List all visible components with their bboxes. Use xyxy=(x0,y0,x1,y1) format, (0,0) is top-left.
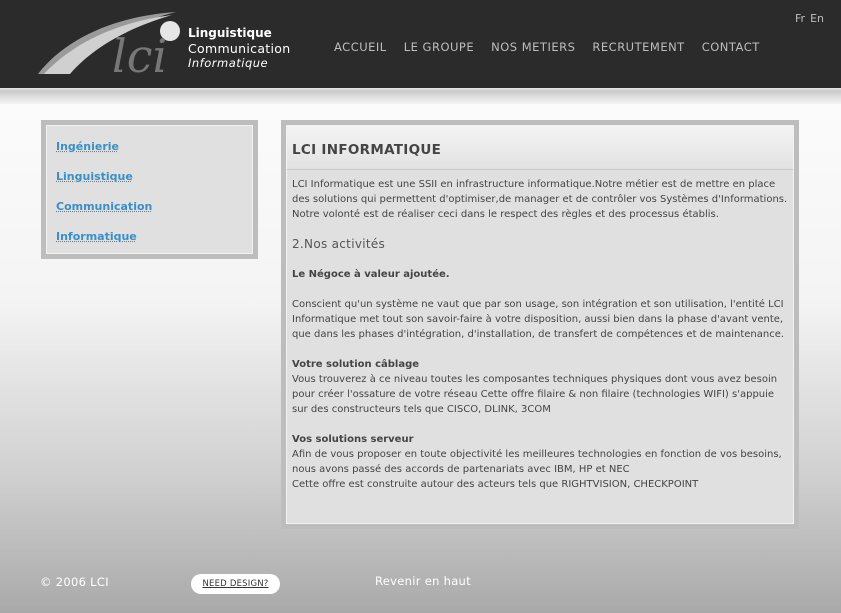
header-divider xyxy=(0,88,841,104)
lang-en[interactable]: En xyxy=(810,12,824,25)
section-heading: 2.Nos activités xyxy=(292,237,386,251)
language-switcher: Fr En xyxy=(790,12,824,25)
sidebar-item-informatique[interactable]: Informatique xyxy=(56,226,243,256)
cablage-paragraph: Vous trouverez à ce niveau toutes les co… xyxy=(292,374,778,415)
cablage-heading: Votre solution câblage xyxy=(292,359,420,370)
logo-mark: lci xyxy=(112,29,167,78)
sidebar-item-linguistique[interactable]: Linguistique xyxy=(56,166,243,196)
nav-le-groupe[interactable]: LE GROUPE xyxy=(404,40,474,54)
serveur-paragraph-2: Cette offre est construite autour des ac… xyxy=(292,479,699,490)
lci-logo[interactable]: lci xyxy=(36,8,186,78)
nav-contact[interactable]: CONTACT xyxy=(702,40,760,54)
main-panel: LCI INFORMATIQUE LCI Informatique est un… xyxy=(281,120,799,529)
back-to-top-link[interactable]: Revenir en haut xyxy=(375,574,471,588)
nav-accueil[interactable]: ACCUEIL xyxy=(334,40,387,54)
main-content-box[interactable]: LCI INFORMATIQUE LCI Informatique est un… xyxy=(286,125,794,524)
main-nav: ACCUEIL LE GROUPE NOS METIERS RECRUTEMEN… xyxy=(334,40,777,54)
main-title-bar: LCI INFORMATIQUE xyxy=(287,126,793,170)
copyright: © 2006 LCI xyxy=(40,575,109,589)
serveur-heading: Vos solutions serveur xyxy=(292,434,414,445)
serveur-paragraph-1: Afin de vous proposer en toute objectivi… xyxy=(292,449,782,475)
sidebar-menu: Ingénierie Linguistique Communication In… xyxy=(46,125,253,254)
page-title: LCI INFORMATIQUE xyxy=(292,142,442,158)
nav-nos-metiers[interactable]: NOS METIERS xyxy=(491,40,575,54)
sidebar-item-communication[interactable]: Communication xyxy=(56,196,243,226)
logo-line-linguistique: Linguistique xyxy=(188,26,272,40)
site-header: lci Linguistique Communication Informati… xyxy=(0,0,841,88)
negoce-heading: Le Négoce à valeur ajoutée. xyxy=(292,269,450,280)
logo-line-informatique: Informatique xyxy=(188,56,269,70)
logo-text: Linguistique Communication Informatique xyxy=(188,26,290,71)
sidebar: Ingénierie Linguistique Communication In… xyxy=(41,120,258,259)
logo-line-communication: Communication xyxy=(188,41,291,56)
intro-paragraph: LCI Informatique est une SSII en infrast… xyxy=(292,179,788,220)
nav-recrutement[interactable]: RECRUTEMENT xyxy=(592,40,684,54)
article-content: LCI Informatique est une SSII en infrast… xyxy=(287,170,793,492)
lang-fr[interactable]: Fr xyxy=(795,12,805,25)
sidebar-item-ingenierie[interactable]: Ingénierie xyxy=(56,136,243,166)
negoce-paragraph: Conscient qu'un système ne vaut que par … xyxy=(292,299,785,340)
need-design-button[interactable]: NEED DESIGN? xyxy=(191,574,280,594)
